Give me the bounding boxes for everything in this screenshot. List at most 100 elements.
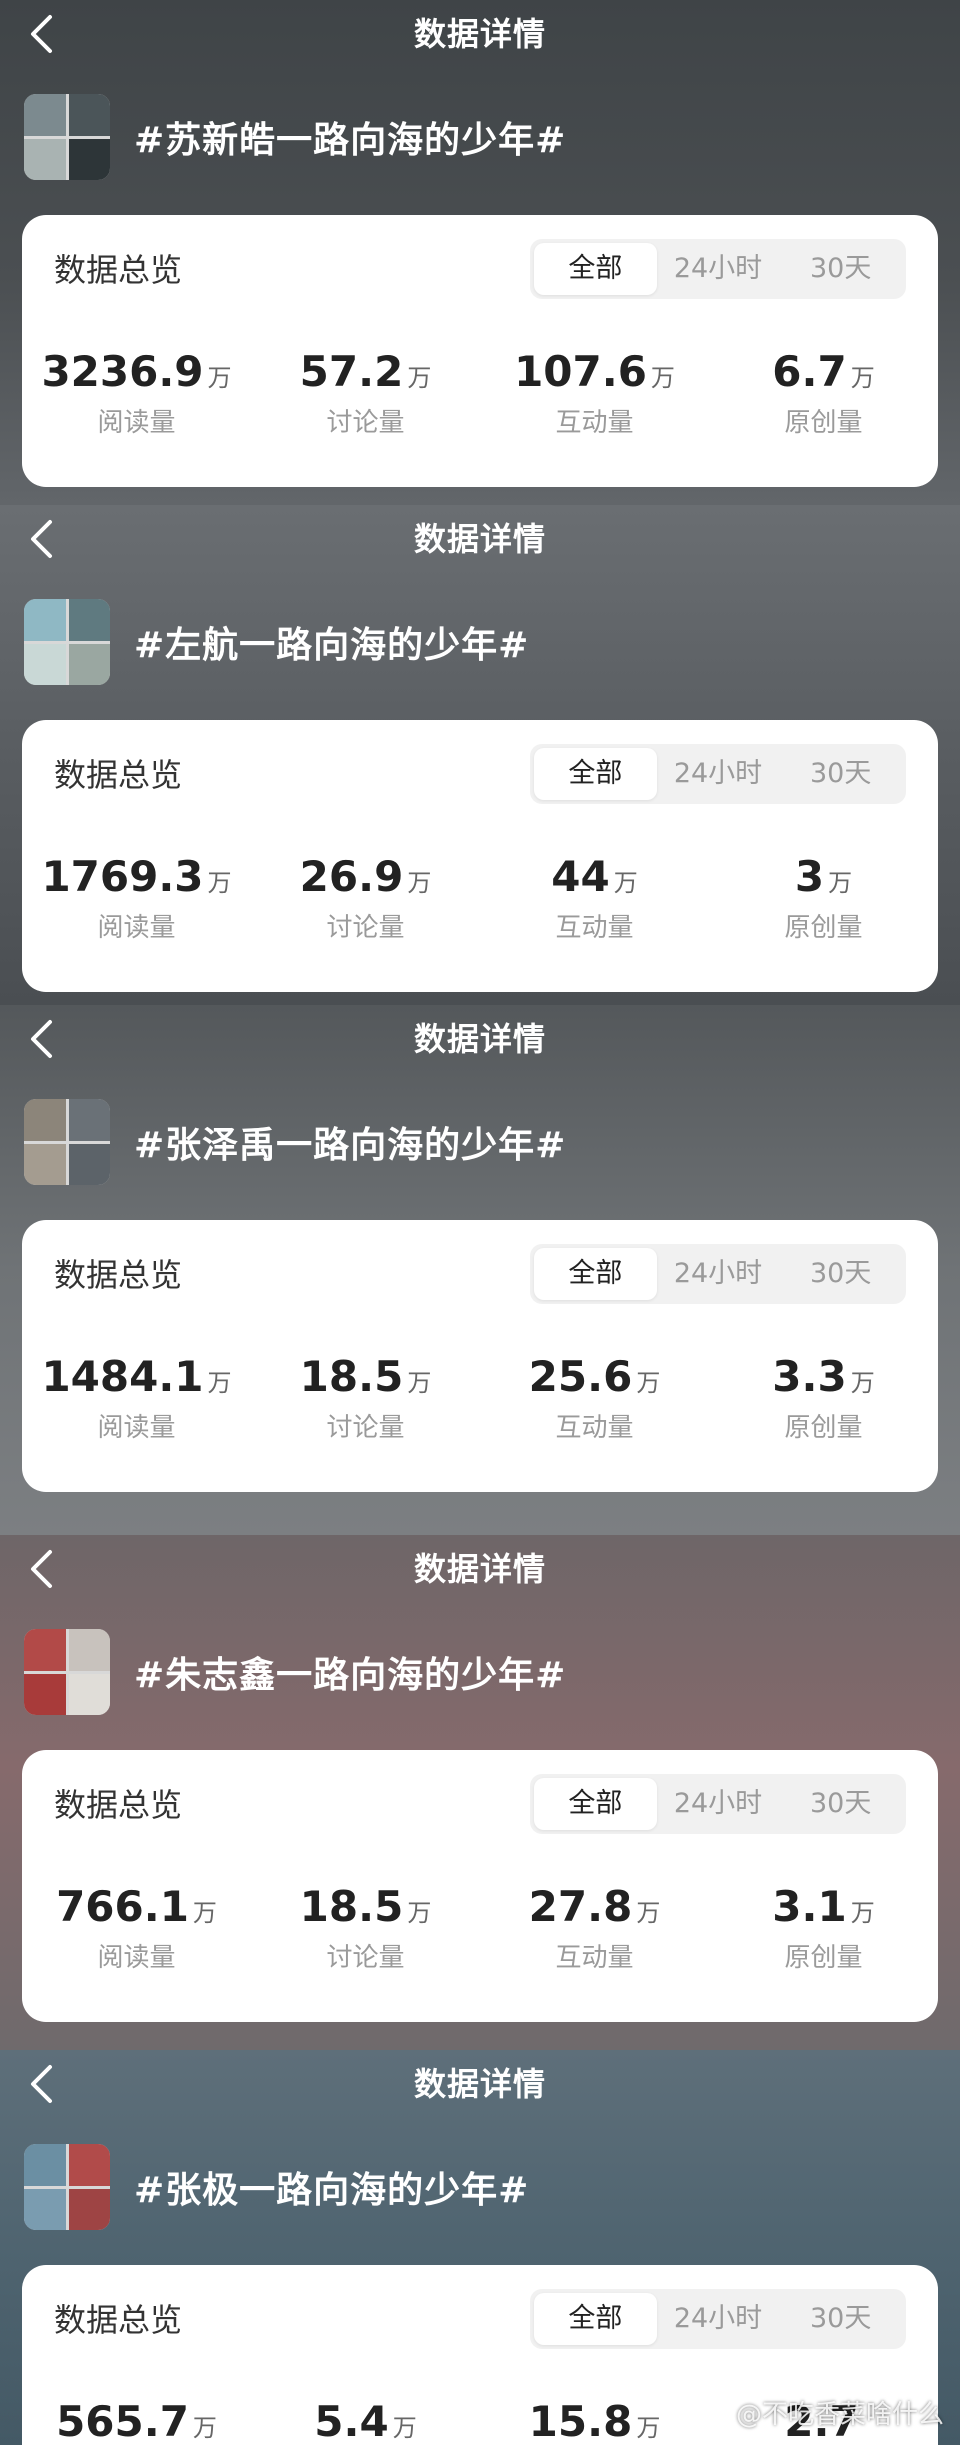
tab-24h[interactable]: 24小时 [657,1248,780,1300]
tab-24h[interactable]: 24小时 [657,2293,780,2345]
stats-row: 3236.9 万阅读量 57.2 万讨论量 107.6 万互动量 6.7 万原创量 [22,347,938,439]
overview-title: 数据总览 [54,756,183,794]
screenshot-stack: 数据详情 #苏新皓一路向海的少年# 数据总览 全部 24小时 30天 3236.… [0,0,960,2445]
stat-value: 5.4 [314,2397,389,2445]
stat-unit: 万 [828,869,853,897]
stat-value: 27.8 [528,1882,633,1931]
stat-interactions: 44 万互动量 [480,852,709,944]
overview-title: 数据总览 [54,1256,183,1294]
stat-unit: 万 [407,364,432,392]
topic-title: #张泽禹一路向海的少年# [134,1125,567,1166]
time-range-tabs: 全部 24小时 30天 [530,1244,906,1304]
overview-card: 数据总览 全部 24小时 30天 3236.9 万阅读量 57.2 万讨论量 107… [22,215,938,487]
tab-30d[interactable]: 30天 [779,2293,902,2345]
stat-label: 互动量 [555,1413,634,1443]
stat-value: 15.8 [528,2397,633,2445]
topic-row[interactable]: #左航一路向海的少年# [24,597,529,687]
topic-thumbnail [24,599,110,685]
stat-reads: 565.7 万 [22,2397,251,2445]
stat-value: 3 [794,852,825,901]
stat-label: 讨论量 [326,913,405,943]
stat-label: 阅读量 [97,1413,176,1443]
tab-all[interactable]: 全部 [534,1248,657,1300]
stat-value: 25.6 [528,1352,633,1401]
stat-label: 阅读量 [97,408,176,438]
stat-label: 原创量 [784,408,863,438]
stat-unit: 万 [407,869,432,897]
nav-header: 数据详情 [0,2050,960,2120]
stat-label: 阅读量 [97,1943,176,1973]
weibo-logo-icon [700,2398,730,2427]
stat-value: 18.5 [299,1882,404,1931]
tab-all[interactable]: 全部 [534,748,657,800]
tab-24h[interactable]: 24小时 [657,1778,780,1830]
stat-label: 阅读量 [97,913,176,943]
stat-unit: 万 [650,364,675,392]
stat-value: 3236.9 [41,347,204,396]
stat-interactions: 15.8 万 [480,2397,709,2445]
stat-label: 互动量 [555,408,634,438]
stats-row: 1769.3 万阅读量 26.9 万讨论量 44 万互动量 3 万原创量 [22,852,938,944]
tab-30d[interactable]: 30天 [779,243,902,295]
stat-value: 565.7 [56,2397,189,2445]
stat-value: 3.1 [772,1882,847,1931]
stat-unit: 万 [207,1369,232,1397]
tab-all[interactable]: 全部 [534,1778,657,1830]
stat-unit: 万 [636,1369,661,1397]
nav-header: 数据详情 [0,505,960,575]
stat-value: 107.6 [514,347,647,396]
stat-label: 原创量 [784,1413,863,1443]
stat-label: 原创量 [784,913,863,943]
overview-card: 数据总览 全部 24小时 30天 766.1 万阅读量 18.5 万讨论量 27.8… [22,1750,938,2022]
stat-value: 1769.3 [41,852,204,901]
time-range-tabs: 全部 24小时 30天 [530,239,906,299]
topic-title: #朱志鑫一路向海的少年# [134,1655,567,1696]
stat-discussions: 57.2 万讨论量 [251,347,480,439]
stat-value: 1484.1 [41,1352,204,1401]
overview-card: 数据总览 全部 24小时 30天 1769.3 万阅读量 26.9 万讨论量 44 万… [22,720,938,992]
topic-row[interactable]: #张泽禹一路向海的少年# [24,1097,566,1187]
page-title: 数据详情 [413,1020,546,1058]
page-title: 数据详情 [413,15,546,53]
stat-interactions: 27.8 万互动量 [480,1882,709,1974]
topic-title: #张极一路向海的少年# [134,2170,530,2211]
stat-label: 互动量 [555,1943,634,1973]
stat-value: 57.2 [299,347,404,396]
stat-reads: 1769.3 万阅读量 [22,852,251,944]
stat-reads: 3236.9 万阅读量 [22,347,251,439]
time-range-tabs: 全部 24小时 30天 [530,744,906,804]
stat-unit: 万 [407,1899,432,1927]
data-detail-section-zuohang: 数据详情 #左航一路向海的少年# 数据总览 全部 24小时 30天 1769.3… [0,505,960,1005]
page-title: 数据详情 [413,520,546,558]
topic-thumbnail [24,1629,110,1715]
stat-unit: 万 [392,2414,417,2442]
stat-discussions: 26.9 万讨论量 [251,852,480,944]
overview-title: 数据总览 [54,2301,183,2339]
stat-reads: 1484.1 万阅读量 [22,1352,251,1444]
stat-unit: 万 [192,2414,217,2442]
stat-original: 6.7 万原创量 [709,347,938,439]
topic-row[interactable]: #苏新皓一路向海的少年# [24,92,566,182]
topic-row[interactable]: #朱志鑫一路向海的少年# [24,1627,566,1717]
topic-thumbnail [24,1099,110,1185]
tab-24h[interactable]: 24小时 [657,748,780,800]
tab-all[interactable]: 全部 [534,243,657,295]
overview-title: 数据总览 [54,1786,183,1824]
stat-value: 18.5 [299,1352,404,1401]
stat-unit: 万 [207,364,232,392]
watermark-text: @不吃香菜啥什么 [735,2400,944,2430]
nav-header: 数据详情 [0,0,960,70]
topic-row[interactable]: #张极一路向海的少年# [24,2142,529,2232]
tab-all[interactable]: 全部 [534,2293,657,2345]
stat-original: 3 万原创量 [709,852,938,944]
stat-unit: 万 [636,1899,661,1927]
stat-unit: 万 [207,869,232,897]
data-detail-section-zhangji: 数据详情 #张极一路向海的少年# 数据总览 全部 24小时 30天 565.7 万… [0,2050,960,2445]
stat-value: 26.9 [299,852,404,901]
tab-30d[interactable]: 30天 [779,1248,902,1300]
stat-unit: 万 [850,1369,875,1397]
stat-value: 766.1 [56,1882,189,1931]
tab-30d[interactable]: 30天 [779,1778,902,1830]
tab-24h[interactable]: 24小时 [657,243,780,295]
tab-30d[interactable]: 30天 [779,748,902,800]
